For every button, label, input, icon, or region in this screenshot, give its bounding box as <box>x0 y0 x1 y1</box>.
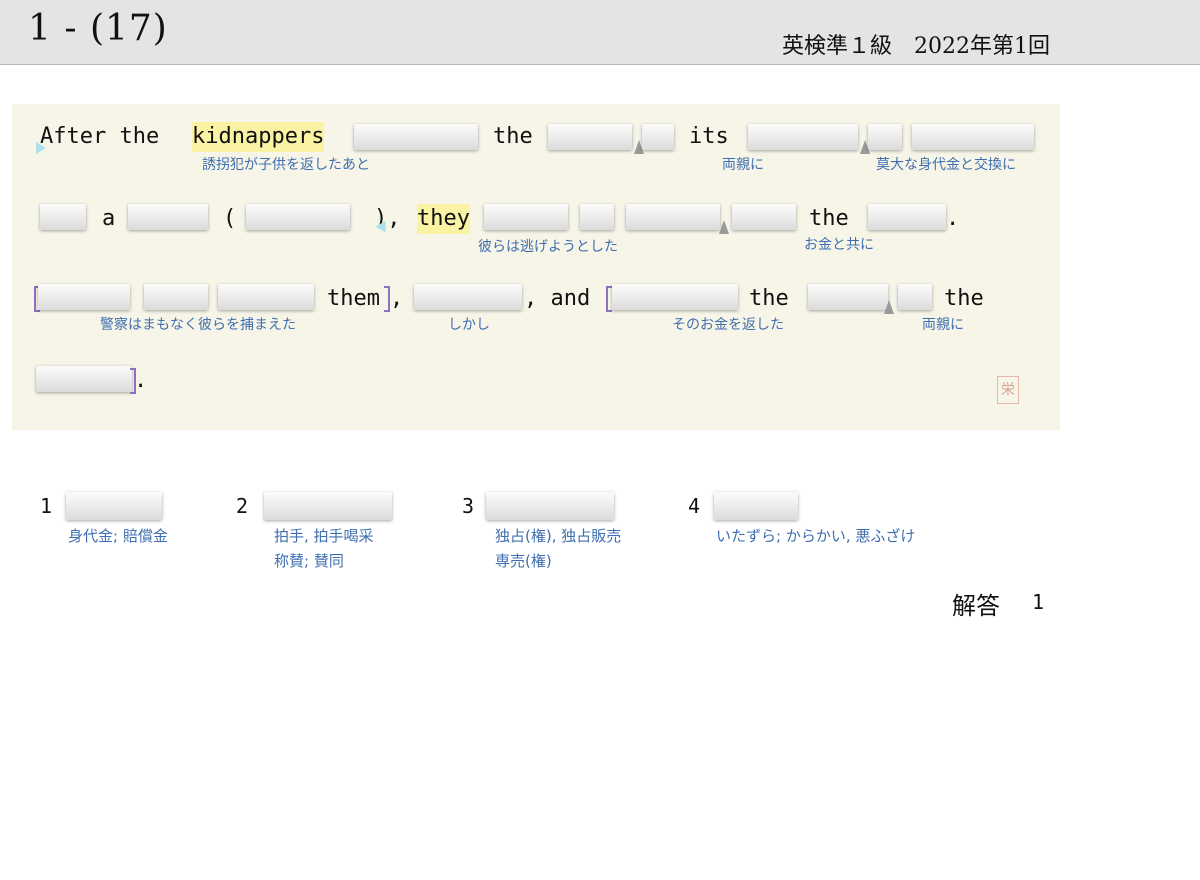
hidden-word-blank[interactable] <box>612 284 738 310</box>
hidden-word-blank[interactable] <box>732 204 796 230</box>
caret-marker <box>884 300 894 314</box>
hidden-word-blank[interactable] <box>548 124 632 150</box>
word-them: them <box>327 286 380 311</box>
option-gloss: 拍手, 拍手喝采 <box>274 527 374 545</box>
period: . <box>134 368 148 393</box>
word-kidnappers: kidnappers <box>192 122 325 152</box>
hidden-word-blank[interactable] <box>912 124 1034 150</box>
gloss-7: しかし <box>448 317 490 333</box>
paren-close: ), <box>374 206 401 231</box>
word-the: the <box>944 286 984 311</box>
word-the: the <box>749 286 789 311</box>
option-number: 4 <box>688 494 701 518</box>
gloss-9: 両親に <box>922 317 964 333</box>
gloss-2: 両親に <box>722 157 764 173</box>
question-number: 1 - (17) <box>28 8 168 49</box>
hidden-word-blank[interactable] <box>868 124 902 150</box>
hidden-word-blank[interactable] <box>246 204 350 230</box>
seal-stamp: 栄 <box>997 376 1019 404</box>
hidden-word-blank[interactable] <box>642 124 674 150</box>
option-gloss: 専売(権) <box>495 552 552 570</box>
answer-label: 解答 <box>952 592 1000 620</box>
hidden-word-blank[interactable] <box>868 204 946 230</box>
option-number: 2 <box>236 494 249 518</box>
hidden-word-blank[interactable] <box>414 284 522 310</box>
hidden-word-blank[interactable] <box>218 284 314 310</box>
hidden-word-blank[interactable] <box>808 284 888 310</box>
hidden-word-blank[interactable] <box>40 204 86 230</box>
gloss-5: お金と共に <box>804 237 874 253</box>
option-gloss: 独占(権), 独占販売 <box>495 527 622 545</box>
gloss-8: そのお金を返した <box>672 317 784 333</box>
gloss-3: 莫大な身代金と交換に <box>876 157 1016 173</box>
comma: , <box>390 286 404 311</box>
word-and: , and <box>524 286 591 311</box>
hidden-word-blank[interactable] <box>354 124 478 150</box>
period: . <box>946 206 960 231</box>
word-the: the <box>809 206 849 231</box>
word-the: the <box>493 124 533 149</box>
word-they: they <box>417 204 470 234</box>
option-word-blank[interactable] <box>66 492 162 520</box>
sentence-panel: After the kidnappers the its 誘拐犯が子供を返したあ… <box>12 104 1060 430</box>
paren-open: ( <box>223 206 237 231</box>
hidden-word-blank[interactable] <box>38 284 130 310</box>
hidden-word-blank[interactable] <box>128 204 208 230</box>
option-number: 1 <box>40 494 53 518</box>
gloss-6: 警察はまもなく彼らを捕まえた <box>100 317 296 333</box>
option-number: 3 <box>462 494 475 518</box>
caret-marker <box>719 220 729 234</box>
option-gloss: 身代金; 賠償金 <box>68 527 168 545</box>
hidden-word-blank[interactable] <box>36 366 132 392</box>
answer-value: 1 <box>1032 590 1045 614</box>
hidden-word-blank[interactable] <box>898 284 932 310</box>
hidden-word-blank[interactable] <box>748 124 858 150</box>
word-after-the: After the <box>40 124 173 149</box>
gloss-1: 誘拐犯が子供を返したあと <box>202 157 370 173</box>
word-a: a <box>102 206 116 231</box>
option-word-blank[interactable] <box>264 492 392 520</box>
hidden-word-blank[interactable] <box>144 284 208 310</box>
option-gloss: いたずら; からかい, 悪ふざけ <box>716 527 916 545</box>
option-gloss: 称賛; 賛同 <box>274 552 344 570</box>
exam-title: 英検準１級 2022年第1回 <box>782 34 1050 59</box>
header-bar: 1 - (17) 英検準１級 2022年第1回 <box>0 0 1200 65</box>
option-word-blank[interactable] <box>486 492 614 520</box>
hidden-word-blank[interactable] <box>626 204 720 230</box>
word-its: its <box>689 124 729 149</box>
gloss-4: 彼らは逃げようとした <box>478 239 618 255</box>
hidden-word-blank[interactable] <box>484 204 568 230</box>
option-word-blank[interactable] <box>714 492 798 520</box>
hidden-word-blank[interactable] <box>580 204 614 230</box>
